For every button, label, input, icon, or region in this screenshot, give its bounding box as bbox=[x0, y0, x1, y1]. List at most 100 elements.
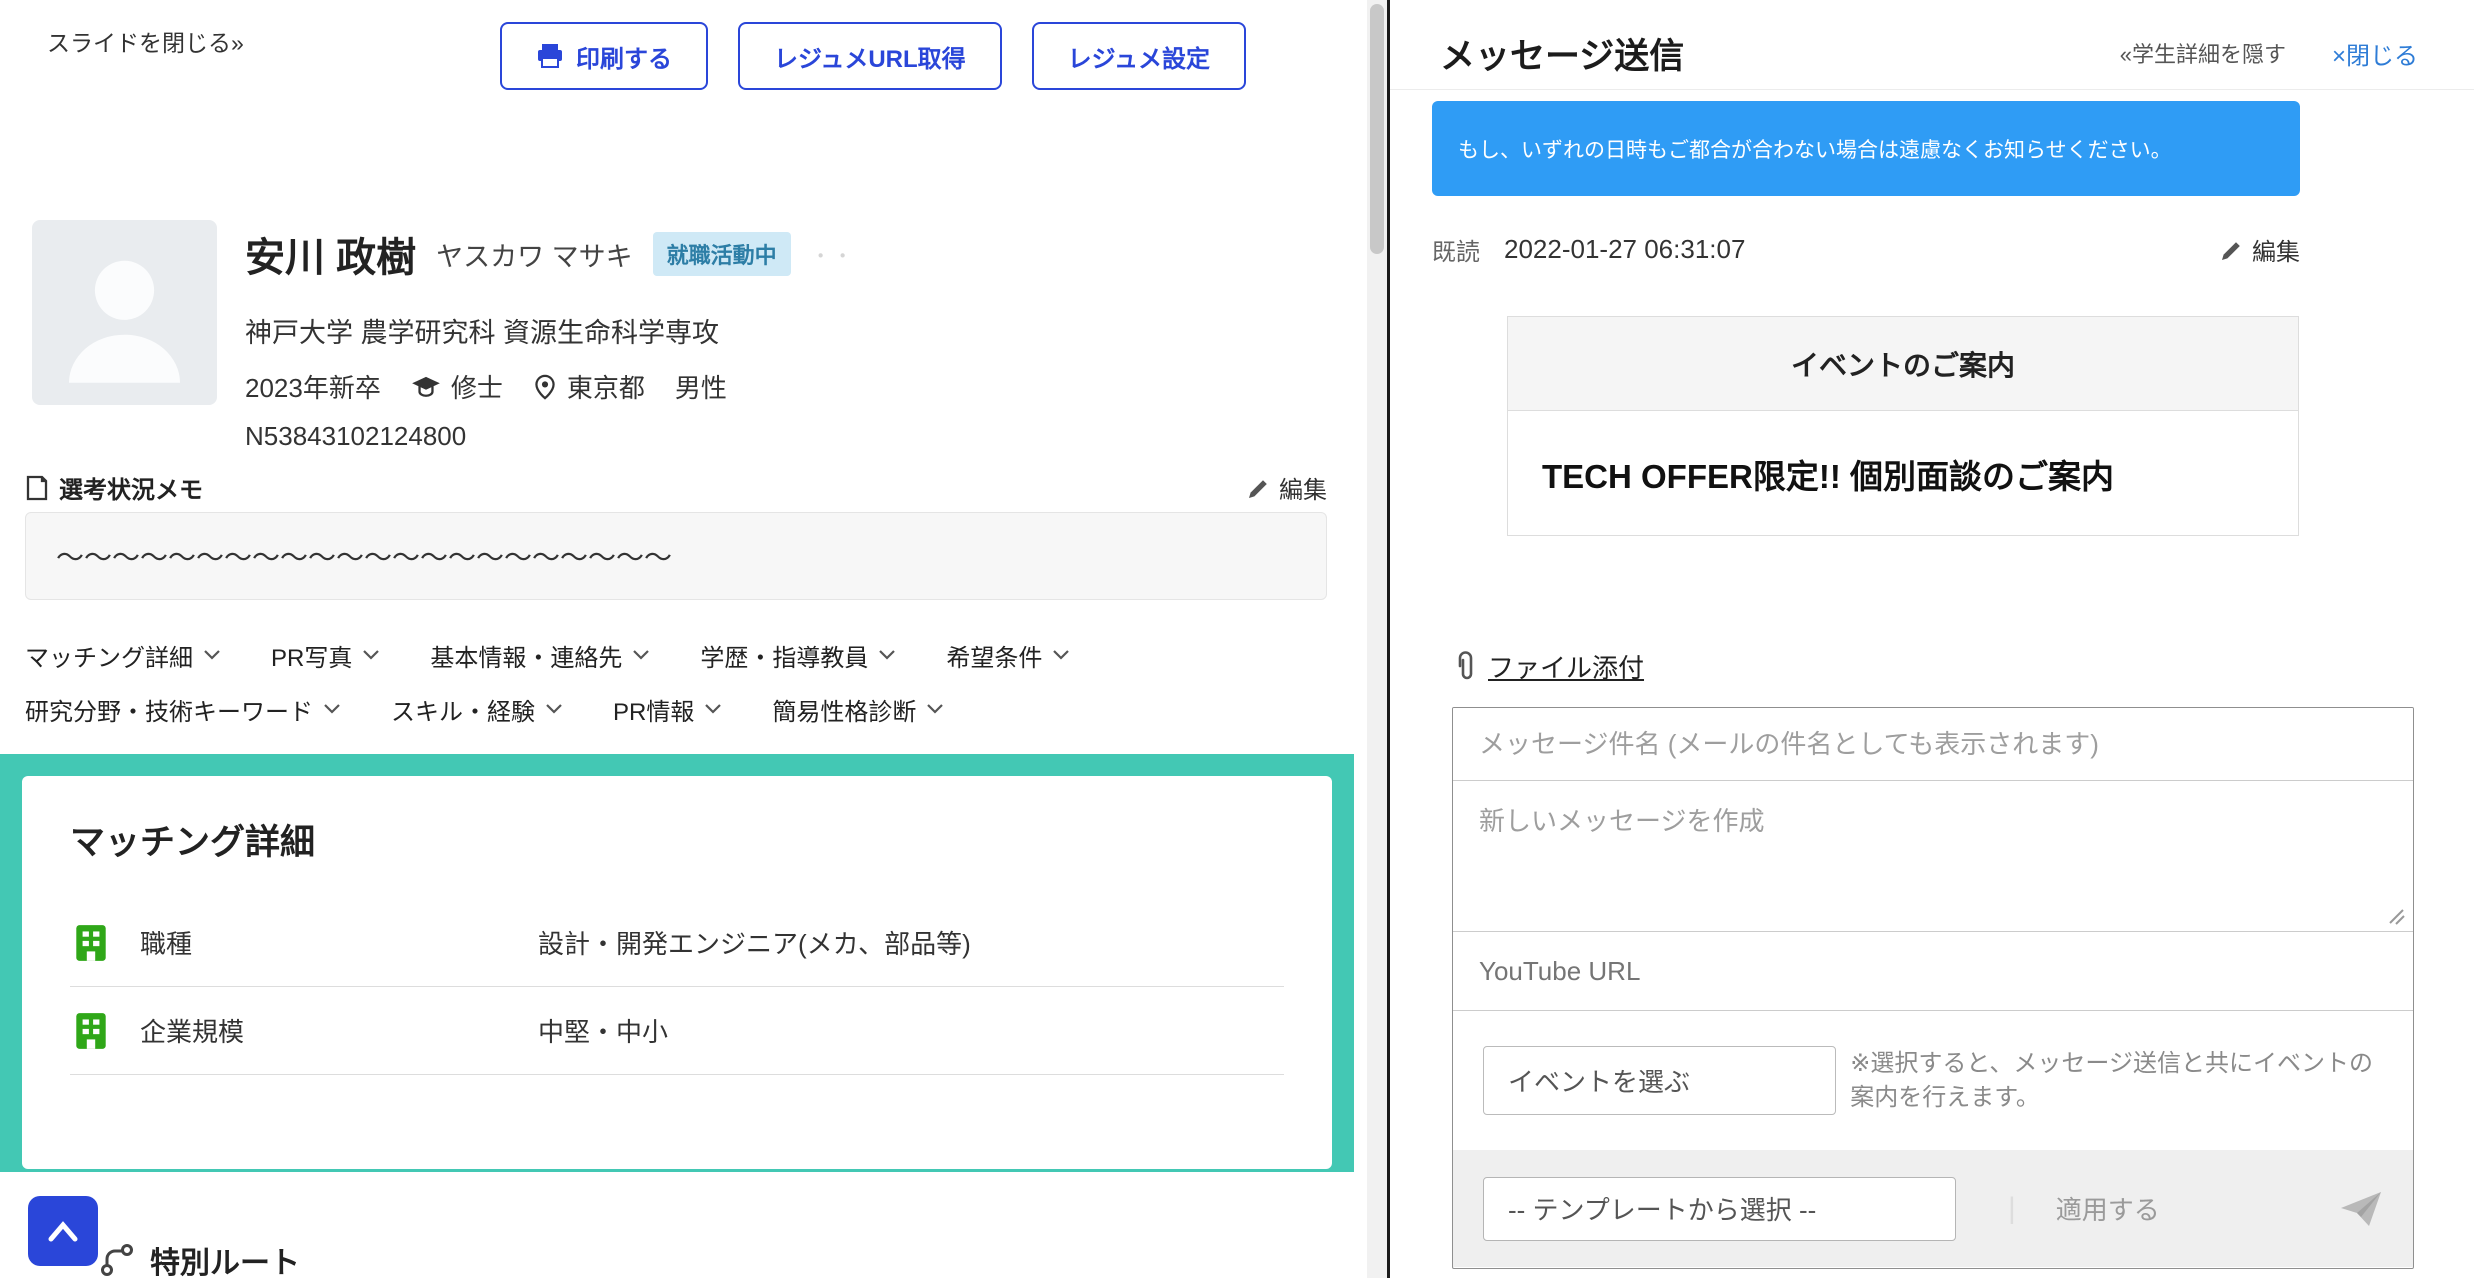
avatar bbox=[32, 220, 217, 405]
memo-edit-button[interactable]: 編集 bbox=[1247, 470, 1327, 505]
resize-handle-icon[interactable] bbox=[2387, 907, 2405, 925]
print-button[interactable]: 印刷する bbox=[500, 22, 708, 90]
grad-year: 2023年新卒 bbox=[245, 368, 381, 405]
resume-settings-button[interactable]: レジュメ設定 bbox=[1032, 22, 1246, 90]
template-divider: | bbox=[2008, 1192, 2016, 1226]
message-edit-button[interactable]: 編集 bbox=[2220, 232, 2300, 267]
memo-title-label: 選考状況メモ bbox=[59, 470, 203, 505]
template-select[interactable]: -- テンプレートから選択 -- bbox=[1483, 1177, 1956, 1241]
matching-row-label: 企業規模 bbox=[140, 1012, 510, 1049]
nav-item-preferences[interactable]: 希望条件 bbox=[946, 638, 1070, 673]
message-textarea[interactable] bbox=[1453, 781, 2413, 931]
apply-template-button[interactable]: 適用する bbox=[2056, 1190, 2160, 1227]
nav-label: PR情報 bbox=[613, 692, 694, 727]
memo-edit-label: 編集 bbox=[1279, 470, 1327, 505]
route-icon bbox=[100, 1243, 134, 1277]
subject-row bbox=[1453, 708, 2413, 781]
read-status-label: 既読 bbox=[1432, 232, 1480, 267]
special-route-heading: 特別ルート bbox=[100, 1238, 300, 1278]
matching-section: マッチング詳細 職種 設計・開発エンジニア(メカ、部品等) 企業規模 中堅・中小 bbox=[0, 754, 1354, 1172]
school-line: 神戸大学 農学研究科 資源生命科学専攻 bbox=[245, 311, 855, 350]
nav-item-pr-info[interactable]: PR情報 bbox=[613, 692, 722, 727]
nav-label: 研究分野・技術キーワード bbox=[25, 692, 313, 727]
message-edit-label: 編集 bbox=[2252, 232, 2300, 267]
nav-item-matching[interactable]: マッチング詳細 bbox=[25, 638, 221, 673]
nav-item-personality[interactable]: 簡易性格診断 bbox=[772, 692, 944, 727]
chevron-down-icon bbox=[926, 703, 944, 715]
location-label: 東京都 bbox=[567, 368, 645, 405]
printer-icon bbox=[536, 43, 564, 69]
read-status-row: 既読 2022-01-27 06:31:07 編集 bbox=[1432, 232, 2300, 267]
gender-label: 男性 bbox=[675, 368, 727, 405]
building-icon bbox=[70, 1010, 112, 1052]
hide-student-details-link[interactable]: «学生詳細を隠す bbox=[2120, 37, 2286, 69]
file-attach-link[interactable]: ファイル添付 bbox=[1452, 648, 1644, 685]
send-button[interactable] bbox=[2339, 1189, 2383, 1229]
status-badge: 就職活動中 bbox=[653, 232, 791, 276]
matching-title: マッチング詳細 bbox=[70, 814, 1284, 865]
note-icon bbox=[25, 475, 49, 501]
nav-label: マッチング詳細 bbox=[25, 638, 193, 673]
message-timestamp: 2022-01-27 06:31:07 bbox=[1504, 234, 1745, 265]
message-form: イベントを選ぶ ※選択すると、メッセージ送信と共にイベントの案内を行えます。 -… bbox=[1452, 707, 2414, 1269]
memo-content: 〜〜〜〜〜〜〜〜〜〜〜〜〜〜〜〜〜〜〜〜〜〜 bbox=[25, 512, 1327, 600]
student-furigana: ヤスカワ マサキ bbox=[436, 235, 633, 274]
scroll-to-top-button[interactable] bbox=[28, 1196, 98, 1266]
resume-toolbar: 印刷する レジュメURL取得 レジュメ設定 bbox=[500, 22, 1246, 90]
chevron-down-icon bbox=[878, 649, 896, 661]
memo-title: 選考状況メモ bbox=[25, 470, 203, 505]
chevron-down-icon bbox=[545, 703, 563, 715]
meta-row: 2023年新卒 修士 東京都 男性 bbox=[245, 368, 855, 405]
chevron-down-icon bbox=[323, 703, 341, 715]
event-card-body: TECH OFFER限定!! 個別面談のご案内 bbox=[1508, 411, 2298, 536]
event-announcement-card: イベントのご案内 TECH OFFER限定!! 個別面談のご案内 bbox=[1507, 316, 2299, 536]
nav-label: PR写真 bbox=[271, 638, 352, 673]
send-icon bbox=[2339, 1189, 2383, 1229]
matching-row-jobtype: 職種 設計・開発エンジニア(メカ、部品等) bbox=[70, 899, 1284, 987]
event-select-note: ※選択すると、メッセージ送信と共にイベントの案内を行えます。 bbox=[1850, 1047, 2383, 1115]
resume-settings-label: レジュメ設定 bbox=[1068, 39, 1210, 74]
name-row: 安川 政樹 ヤスカワ マサキ 就職活動中 ・・ bbox=[245, 225, 855, 283]
youtube-row bbox=[1453, 932, 2413, 1011]
scrollbar-thumb[interactable] bbox=[1370, 4, 1384, 254]
youtube-url-input[interactable] bbox=[1453, 932, 2413, 1010]
student-name: 安川 政樹 bbox=[245, 225, 416, 283]
event-select[interactable]: イベントを選ぶ bbox=[1483, 1046, 1836, 1115]
section-nav: マッチング詳細 PR写真 基本情報・連絡先 学歴・指導教員 希望条件 研究分野・… bbox=[25, 640, 1070, 724]
message-panel: メッセージ送信 «学生詳細を隠す ×閉じる もし、いずれの日時もご都合が合わない… bbox=[1390, 0, 2474, 1278]
matching-card: マッチング詳細 職種 設計・開発エンジニア(メカ、部品等) 企業規模 中堅・中小 bbox=[22, 776, 1332, 1169]
matching-row-label: 職種 bbox=[140, 924, 510, 961]
close-panel-link[interactable]: ×閉じる bbox=[2332, 36, 2418, 71]
chevron-down-icon bbox=[1052, 649, 1070, 661]
resume-url-button[interactable]: レジュメURL取得 bbox=[738, 22, 1002, 90]
message-panel-header: メッセージ送信 «学生詳細を隠す ×閉じる bbox=[1440, 22, 2418, 84]
nav-item-research[interactable]: 研究分野・技術キーワード bbox=[25, 692, 341, 727]
chevron-down-icon bbox=[203, 649, 221, 661]
nav-label: 学歴・指導教員 bbox=[700, 638, 868, 673]
message-panel-title: メッセージ送信 bbox=[1440, 28, 1684, 79]
vertical-scrollbar[interactable] bbox=[1367, 0, 1387, 1278]
sent-message-bubble: もし、いずれの日時もご都合が合わない場合は遠慮なくお知らせください。 bbox=[1432, 101, 2300, 196]
location-pin-icon bbox=[533, 373, 557, 401]
nav-item-basic-info[interactable]: 基本情報・連絡先 bbox=[430, 638, 650, 673]
nav-item-education[interactable]: 学歴・指導教員 bbox=[700, 638, 896, 673]
paperclip-icon bbox=[1452, 651, 1478, 683]
chevron-up-icon bbox=[43, 1217, 83, 1245]
person-icon bbox=[32, 220, 217, 405]
close-slide-link[interactable]: スライドを閉じる» bbox=[47, 24, 244, 58]
resume-url-label: レジュメURL取得 bbox=[774, 39, 966, 74]
matching-row-value: 中堅・中小 bbox=[538, 1012, 668, 1049]
graduation-cap-icon bbox=[411, 375, 441, 399]
event-card-header: イベントのご案内 bbox=[1508, 317, 2298, 411]
chevron-down-icon bbox=[704, 703, 722, 715]
degree-item: 修士 bbox=[411, 368, 503, 405]
student-detail-panel: スライドを閉じる» 印刷する レジュメURL取得 レジュメ設定 bbox=[0, 0, 1367, 1278]
profile-info: 安川 政樹 ヤスカワ マサキ 就職活動中 ・・ 神戸大学 農学研究科 資源生命科… bbox=[245, 225, 855, 452]
nav-item-skills[interactable]: スキル・経験 bbox=[391, 692, 563, 727]
nav-label: スキル・経験 bbox=[391, 692, 535, 727]
nav-item-pr-photo[interactable]: PR写真 bbox=[271, 638, 380, 673]
matching-row-companysize: 企業規模 中堅・中小 bbox=[70, 987, 1284, 1075]
matching-row-value: 設計・開発エンジニア(メカ、部品等) bbox=[538, 924, 971, 961]
subject-input[interactable] bbox=[1453, 708, 2413, 780]
message-row bbox=[1453, 781, 2413, 932]
